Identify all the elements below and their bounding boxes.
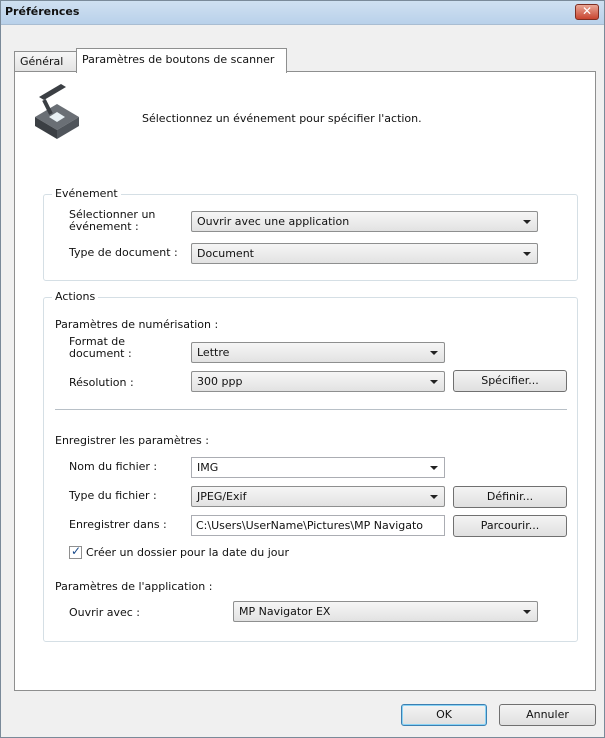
file-name-label: Nom du fichier : — [69, 460, 158, 473]
file-name-combobox[interactable]: IMG — [191, 457, 445, 478]
chevron-down-icon — [430, 466, 438, 470]
scanner-icon — [35, 84, 79, 139]
file-type-value: JPEG/Exif — [197, 490, 247, 503]
chevron-down-icon — [430, 351, 438, 355]
define-button[interactable]: Définir... — [453, 486, 567, 508]
open-with-dropdown[interactable]: MP Navigator EX — [233, 601, 538, 622]
select-event-value: Ouvrir avec une application — [197, 215, 350, 228]
doc-type-label: Type de document : — [69, 246, 178, 259]
ok-button[interactable]: OK — [401, 704, 487, 726]
chevron-down-icon — [430, 495, 438, 499]
doc-size-value: Lettre — [197, 346, 230, 359]
window-title: Préférences — [5, 5, 80, 18]
date-folder-checkbox[interactable]: ✓ — [69, 544, 82, 559]
select-event-label: Sélectionner un événement : — [69, 208, 156, 233]
browse-button[interactable]: Parcourir... — [453, 515, 567, 537]
chevron-down-icon — [523, 220, 531, 224]
actions-group-title: Actions — [52, 290, 99, 303]
resolution-dropdown[interactable]: 300 ppp — [191, 371, 445, 392]
file-name-value: IMG — [197, 461, 219, 474]
file-type-dropdown[interactable]: JPEG/Exif — [191, 486, 445, 507]
resolution-value: 300 ppp — [197, 375, 243, 388]
close-button[interactable]: ✕ — [575, 4, 599, 20]
event-group-title: Evénement — [52, 187, 121, 200]
chevron-down-icon — [430, 380, 438, 384]
separator — [55, 409, 567, 410]
doc-size-label: Format de document : — [69, 335, 132, 360]
scan-settings-title: Paramètres de numérisation : — [55, 318, 219, 331]
title-bar[interactable]: Préférences ✕ — [1, 1, 604, 25]
cancel-button[interactable]: Annuler — [499, 704, 596, 726]
select-event-dropdown[interactable]: Ouvrir avec une application — [191, 211, 538, 232]
doc-size-dropdown[interactable]: Lettre — [191, 342, 445, 363]
resolution-label: Résolution : — [69, 376, 134, 389]
file-type-label: Type du fichier : — [69, 489, 157, 502]
app-settings-title: Paramètres de l'application : — [55, 580, 213, 593]
header-instruction: Sélectionnez un événement pour spécifier… — [142, 112, 422, 125]
doc-type-value: Document — [197, 247, 254, 260]
open-with-label: Ouvrir avec : — [69, 606, 141, 619]
tab-scanner-buttons[interactable]: Paramètres de boutons de scanner — [76, 48, 287, 73]
chevron-down-icon — [523, 610, 531, 614]
doc-type-dropdown[interactable]: Document — [191, 243, 538, 264]
date-folder-label[interactable]: Créer un dossier pour la date du jour — [86, 546, 289, 559]
save-settings-title: Enregistrer les paramètres : — [55, 434, 209, 447]
chevron-down-icon — [523, 252, 531, 256]
preferences-dialog: Préférences ✕ Général Paramètres de bout… — [0, 0, 605, 738]
close-icon: ✕ — [581, 4, 593, 18]
tab-general[interactable]: Général — [14, 51, 77, 72]
open-with-value: MP Navigator EX — [239, 605, 331, 618]
specify-button[interactable]: Spécifier... — [453, 370, 567, 392]
check-icon: ✓ — [71, 544, 82, 558]
save-in-field[interactable]: C:\Users\UserName\Pictures\MP Navigato — [191, 515, 445, 536]
save-in-label: Enregistrer dans : — [69, 518, 167, 531]
